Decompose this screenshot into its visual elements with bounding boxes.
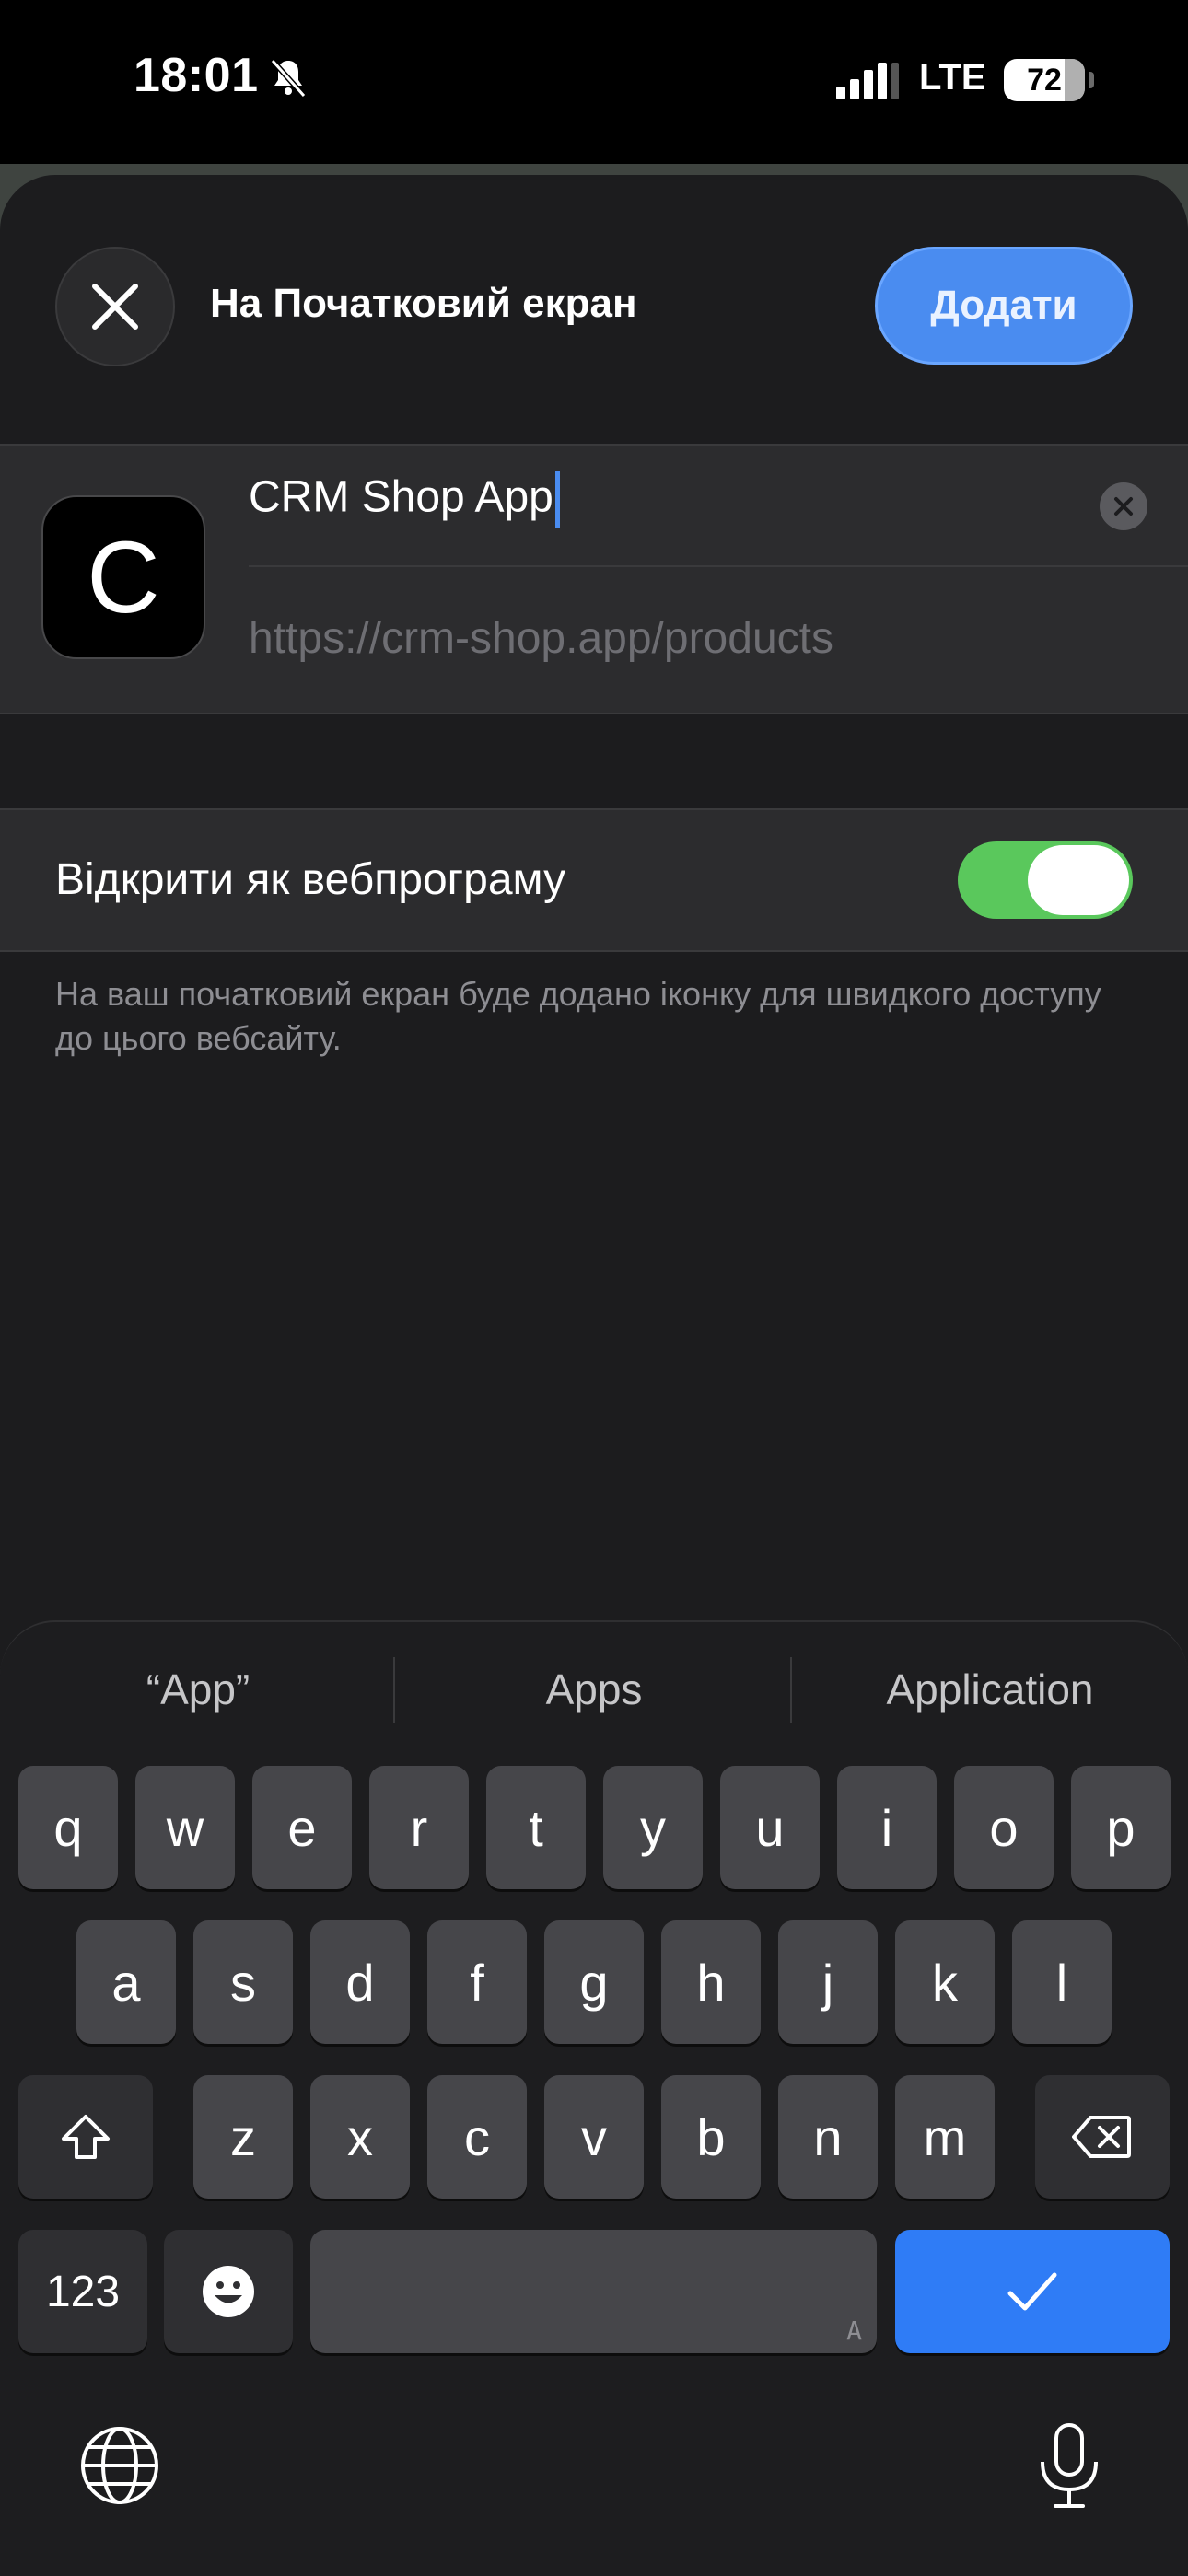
key-j[interactable]: j xyxy=(778,1920,878,2044)
suggestion-3[interactable]: Application xyxy=(806,1665,1174,1714)
key-a[interactable]: a xyxy=(76,1920,176,2044)
key-h[interactable]: h xyxy=(661,1920,761,2044)
key-f[interactable]: f xyxy=(427,1920,527,2044)
key-c[interactable]: c xyxy=(427,2075,527,2199)
key-l[interactable]: l xyxy=(1012,1920,1112,2044)
emoji-key[interactable] xyxy=(164,2230,293,2353)
key-z[interactable]: z xyxy=(193,2075,293,2199)
key-e[interactable]: e xyxy=(252,1766,352,1889)
text-cursor xyxy=(554,471,560,528)
key-v[interactable]: v xyxy=(544,2075,644,2199)
microphone-icon[interactable] xyxy=(1033,2421,1105,2510)
network-type: LTE xyxy=(919,57,986,98)
suggestion-divider xyxy=(393,1657,395,1723)
key-i[interactable]: i xyxy=(837,1766,937,1889)
battery-level: 72 xyxy=(1027,63,1062,98)
app-url: https://crm-shop.app/products xyxy=(249,614,833,663)
space-key[interactable]: A xyxy=(310,2230,877,2353)
emoji-icon xyxy=(203,2266,254,2317)
key-d[interactable]: d xyxy=(310,1920,410,2044)
shift-key[interactable] xyxy=(18,2075,153,2199)
add-button[interactable]: Додати xyxy=(875,247,1133,365)
key-w[interactable]: w xyxy=(135,1766,235,1889)
key-t[interactable]: t xyxy=(486,1766,586,1889)
key-r[interactable]: r xyxy=(369,1766,469,1889)
toggle-knob xyxy=(1028,845,1129,915)
key-n[interactable]: n xyxy=(778,2075,878,2199)
globe-icon[interactable] xyxy=(77,2423,162,2508)
key-u[interactable]: u xyxy=(720,1766,820,1889)
close-icon xyxy=(92,284,138,330)
battery-indicator: 72 xyxy=(1004,59,1094,101)
footnote-text: На ваш початковий екран буде додано ікон… xyxy=(55,975,1101,1057)
web-app-toggle[interactable] xyxy=(958,841,1133,919)
suggestion-divider xyxy=(790,1657,792,1723)
sheet-title: На Початковий екран xyxy=(210,281,637,326)
field-divider xyxy=(249,565,1188,567)
delete-key[interactable] xyxy=(1035,2075,1170,2199)
space-hint: A xyxy=(846,2315,862,2346)
suggestion-2[interactable]: Apps xyxy=(410,1665,778,1714)
key-m[interactable]: m xyxy=(895,2075,995,2199)
key-b[interactable]: b xyxy=(661,2075,761,2199)
key-y[interactable]: y xyxy=(603,1766,703,1889)
app-icon-preview: C xyxy=(41,495,205,659)
signal-icon xyxy=(836,63,899,99)
app-name-value: CRM Shop App xyxy=(249,472,553,522)
clear-text-button[interactable] xyxy=(1100,482,1147,530)
clear-icon xyxy=(1114,497,1133,516)
status-bar: 18:01 LTE 72 xyxy=(0,0,1188,164)
battery-empty-segment xyxy=(1065,59,1085,101)
numbers-key[interactable]: 123 xyxy=(18,2230,147,2353)
key-g[interactable]: g xyxy=(544,1920,644,2044)
key-q[interactable]: q xyxy=(18,1766,118,1889)
status-time: 18:01 xyxy=(134,49,259,102)
key-k[interactable]: k xyxy=(895,1920,995,2044)
web-app-label: Відкрити як вебпрограму xyxy=(55,855,566,904)
backspace-icon xyxy=(1072,2116,1131,2158)
app-name-input[interactable]: CRM Shop App xyxy=(249,471,560,528)
key-s[interactable]: s xyxy=(193,1920,293,2044)
key-o[interactable]: o xyxy=(954,1766,1054,1889)
key-x[interactable]: x xyxy=(310,2075,410,2199)
suggestion-1[interactable]: “App” xyxy=(14,1665,382,1714)
return-key[interactable] xyxy=(895,2230,1170,2353)
silent-bell-icon xyxy=(270,58,307,99)
shift-icon xyxy=(62,2115,110,2159)
checkmark-icon xyxy=(1007,2272,1057,2311)
close-button[interactable] xyxy=(55,247,175,366)
key-p[interactable]: p xyxy=(1071,1766,1171,1889)
